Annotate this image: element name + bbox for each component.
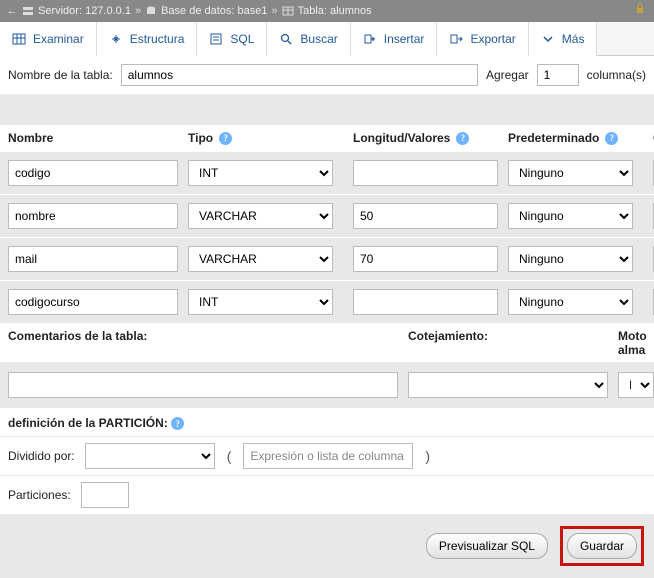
header-cotejamiento-full: Cotejamiento: — [408, 329, 618, 343]
help-icon[interactable]: ? — [605, 132, 618, 145]
particiones-label: Particiones: — [8, 488, 71, 502]
tab-label: Insertar — [384, 32, 425, 46]
tab-label: Examinar — [33, 32, 84, 46]
columnas-label: columna(s) — [587, 68, 646, 82]
field-row: VARCHAR Ninguno — [0, 194, 654, 237]
header-tipo: Tipo — [188, 131, 213, 145]
tab-mas[interactable]: Más — [529, 22, 598, 56]
breadcrumb: ← Servidor: 127.0.0.1 » Base de datos: b… — [0, 0, 654, 22]
tab-exportar[interactable]: Exportar — [437, 22, 528, 56]
tab-sql[interactable]: SQL — [197, 22, 267, 56]
tab-insertar[interactable]: Insertar — [351, 22, 438, 56]
table-engine-select[interactable]: Inn — [618, 372, 654, 398]
tab-buscar[interactable]: Buscar — [267, 22, 350, 56]
header-predeterminado: Predeterminado — [508, 131, 599, 145]
table-name-row: Nombre de la tabla: Agregar columna(s) — [0, 56, 654, 95]
help-icon[interactable]: ? — [219, 132, 232, 145]
table-name-label: Nombre de la tabla: — [8, 68, 113, 82]
paren-close: ) — [423, 448, 432, 464]
breadcrumb-table[interactable]: Tabla: alumnos — [298, 5, 372, 17]
field-name-input[interactable] — [8, 246, 178, 272]
field-length-input[interactable] — [353, 289, 498, 315]
help-icon[interactable]: ? — [171, 417, 184, 430]
preview-sql-button[interactable]: Previsualizar SQL — [426, 533, 548, 559]
header-comentarios: Comentarios de la tabla: — [8, 329, 408, 343]
agregar-label: Agregar — [486, 68, 529, 82]
export-icon — [449, 32, 463, 46]
field-row: VARCHAR Ninguno — [0, 237, 654, 280]
insert-icon — [363, 32, 377, 46]
field-type-select[interactable]: INT — [188, 160, 333, 186]
header-longitud: Longitud/Valores — [353, 131, 450, 145]
server-icon — [22, 5, 34, 17]
table-name-input[interactable] — [121, 64, 478, 86]
breadcrumb-server[interactable]: Servidor: 127.0.0.1 — [38, 5, 131, 17]
save-highlight: Guardar — [560, 526, 644, 566]
partition-divide-row: Dividido por: ( ) — [0, 436, 654, 475]
breadcrumb-database[interactable]: Base de datos: base1 — [161, 5, 267, 17]
table-collation-select[interactable] — [408, 372, 608, 398]
action-bar: Previsualizar SQL Guardar — [0, 514, 654, 578]
paren-open: ( — [225, 448, 234, 464]
sql-icon — [209, 32, 223, 46]
tab-label: Estructura — [130, 32, 185, 46]
partition-count-input[interactable] — [81, 482, 129, 508]
tab-label: SQL — [230, 32, 254, 46]
field-row: INT Ninguno — [0, 280, 654, 323]
tab-estructura[interactable]: Estructura — [97, 22, 198, 56]
agregar-input[interactable] — [537, 64, 579, 86]
search-icon — [279, 32, 293, 46]
field-name-input[interactable] — [8, 160, 178, 186]
partition-expression-input[interactable] — [243, 443, 413, 469]
field-default-select[interactable]: Ninguno — [508, 203, 633, 229]
field-default-select[interactable]: Ninguno — [508, 246, 633, 272]
breadcrumb-sep: » — [135, 5, 141, 17]
field-default-select[interactable]: Ninguno — [508, 160, 633, 186]
partition-count-row: Particiones: — [0, 475, 654, 514]
table-comment-input[interactable] — [8, 372, 398, 398]
table-icon — [282, 5, 294, 17]
field-name-input[interactable] — [8, 203, 178, 229]
structure-icon — [109, 32, 123, 46]
field-type-select[interactable]: VARCHAR — [188, 203, 333, 229]
columns-header: Nombre Tipo ? Longitud/Valores ? Predete… — [0, 125, 654, 151]
second-fields: Inn — [0, 362, 654, 408]
lock-icon — [634, 2, 646, 17]
dividido-label: Dividido por: — [8, 449, 75, 463]
back-icon[interactable]: ← — [6, 5, 18, 17]
field-default-select[interactable]: Ninguno — [508, 289, 633, 315]
chevron-down-icon — [541, 32, 555, 46]
tabs-bar: Examinar Estructura SQL Buscar Insertar … — [0, 22, 654, 56]
field-type-select[interactable]: VARCHAR — [188, 246, 333, 272]
save-button[interactable]: Guardar — [567, 533, 637, 559]
second-header: Comentarios de la tabla: Cotejamiento: M… — [0, 323, 654, 362]
help-icon[interactable]: ? — [456, 132, 469, 145]
partition-header: definición de la PARTICIÓN: ? — [0, 408, 654, 437]
header-motor: Motoalma — [618, 329, 654, 358]
field-row: INT Ninguno — [0, 151, 654, 194]
tab-label: Exportar — [470, 32, 515, 46]
tab-examinar[interactable]: Examinar — [0, 22, 97, 56]
field-length-input[interactable] — [353, 160, 498, 186]
field-type-select[interactable]: INT — [188, 289, 333, 315]
database-icon — [145, 5, 157, 17]
field-length-input[interactable] — [353, 246, 498, 272]
breadcrumb-sep-2: » — [272, 5, 278, 17]
partition-by-select[interactable] — [85, 443, 215, 469]
field-length-input[interactable] — [353, 203, 498, 229]
tab-label: Buscar — [300, 32, 337, 46]
tab-label: Más — [562, 32, 585, 46]
field-name-input[interactable] — [8, 289, 178, 315]
spacer — [0, 95, 654, 125]
header-nombre: Nombre — [8, 131, 178, 145]
browse-icon — [12, 32, 26, 46]
